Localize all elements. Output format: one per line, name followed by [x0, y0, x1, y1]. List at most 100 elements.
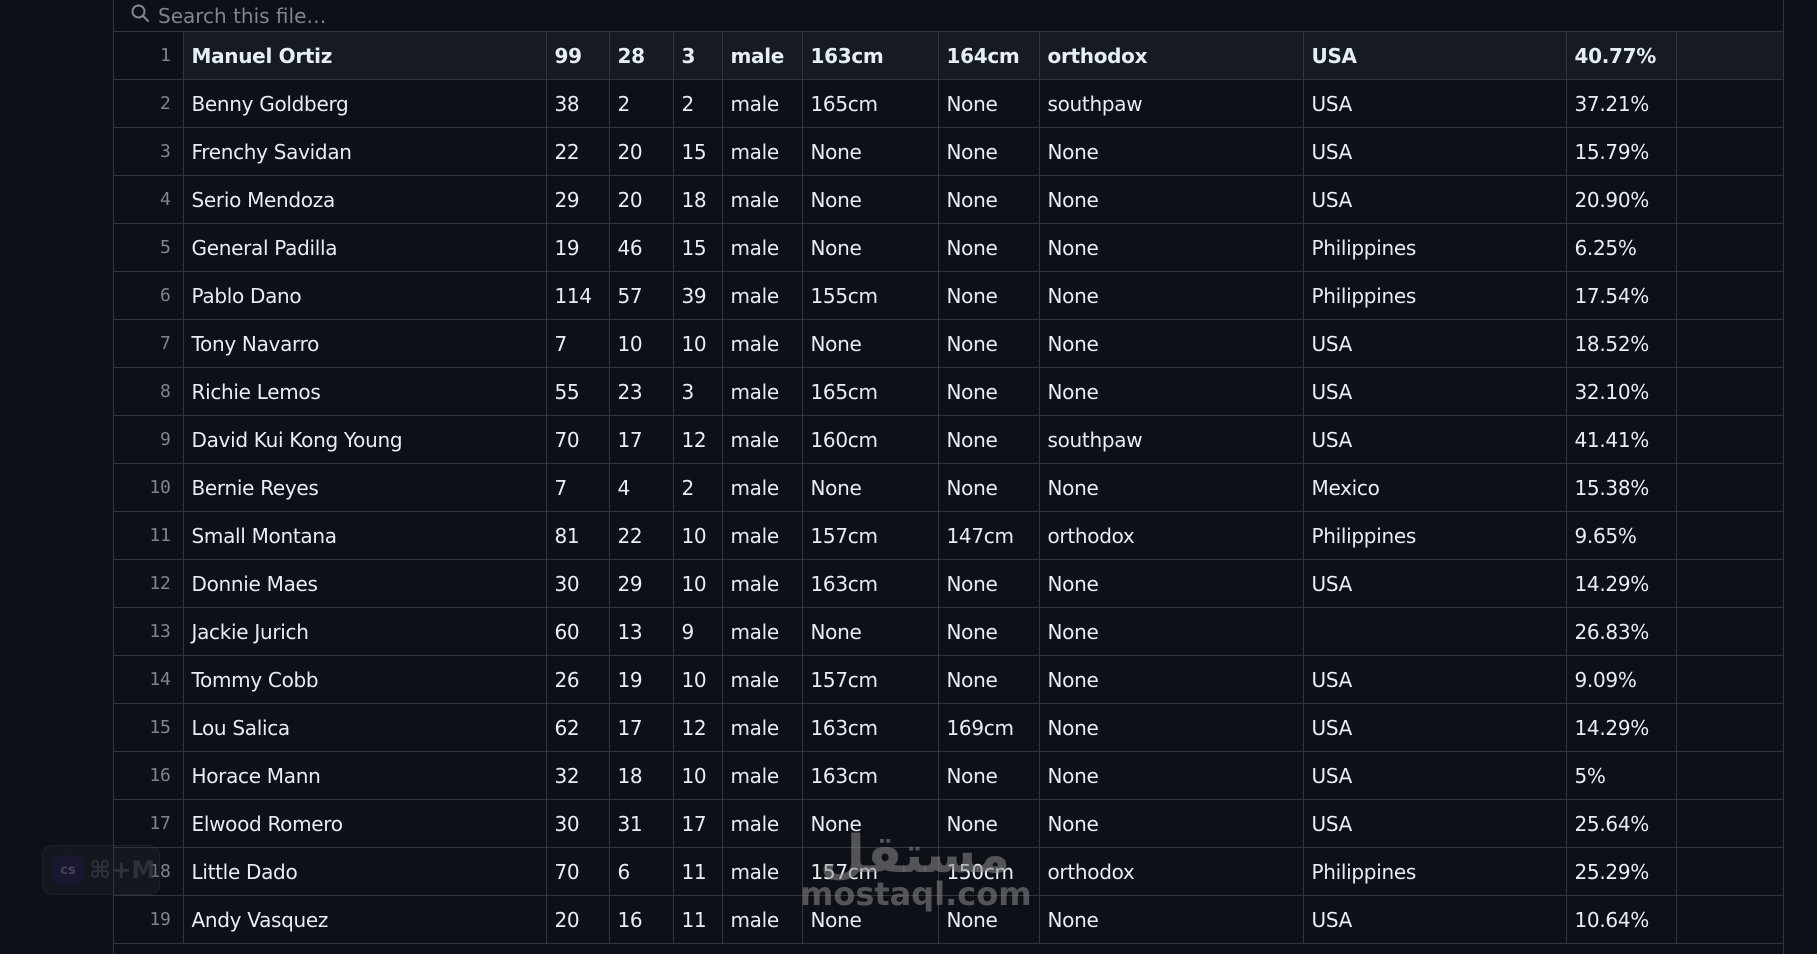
table-row[interactable]: 15 Lou Salica 62 17 12 male 163cm 169cm None USA 1…: [114, 703, 1783, 752]
table-row[interactable]: 12 Donnie Maes 30 29 10 male 163cm None None USA 1…: [114, 559, 1783, 608]
table-header-row[interactable]: 1 Manuel Ortiz 99 28 3 male 163cm 164cm orthodox…: [114, 32, 1783, 80]
table-row[interactable]: 14 Tommy Cobb 26 19 10 male 157cm None None USA 9.…: [114, 655, 1783, 704]
cell-extra: [1676, 559, 1783, 608]
cell-losses: 13: [609, 607, 674, 656]
cell-country: USA: [1303, 367, 1567, 416]
line-number[interactable]: 10: [114, 463, 184, 512]
cell-draws: 15: [673, 127, 723, 176]
cell-stance: None: [1039, 463, 1304, 512]
cell-extra: [1676, 703, 1783, 752]
cell-stance: None: [1039, 319, 1304, 368]
cell-reach: None: [938, 79, 1040, 128]
cell-percentage: 14.29%: [1566, 559, 1677, 608]
cell-losses: 31: [609, 799, 674, 848]
table-row[interactable]: 18 Little Dado 70 6 11 male 157cm 150cm orthodox…: [114, 847, 1783, 896]
cell-stance: None: [1039, 895, 1304, 944]
cell-draws: 10: [673, 559, 723, 608]
cell-country: USA: [1303, 895, 1567, 944]
cell-name: Tommy Cobb: [183, 655, 547, 704]
line-number[interactable]: 2: [114, 79, 184, 128]
line-number[interactable]: 4: [114, 175, 184, 224]
line-number[interactable]: 19: [114, 895, 184, 944]
cell-extra: [1676, 607, 1783, 656]
cell-reach: None: [938, 223, 1040, 272]
shortcut-label: ⌘+M: [89, 856, 156, 884]
table-row[interactable]: 7 Tony Navarro 7 10 10 male None None None USA 18.…: [114, 319, 1783, 368]
cell-losses: 22: [609, 511, 674, 560]
cell-height: None: [802, 895, 939, 944]
cell-wins: 7: [546, 319, 610, 368]
cell-draws: 18: [673, 175, 723, 224]
line-number[interactable]: 13: [114, 607, 184, 656]
line-number[interactable]: 7: [114, 319, 184, 368]
line-number[interactable]: 6: [114, 271, 184, 320]
table-row[interactable]: 9 David Kui Kong Young 70 17 12 male 160cm None…: [114, 415, 1783, 464]
cell-height: 165cm: [802, 79, 939, 128]
line-number[interactable]: 17: [114, 799, 184, 848]
cell-reach: None: [938, 607, 1040, 656]
cell-country: USA: [1303, 32, 1567, 80]
cell-sex: male: [722, 511, 803, 560]
cell-percentage: 32.10%: [1566, 367, 1677, 416]
cell-percentage: 9.09%: [1566, 655, 1677, 704]
cell-draws: 9: [673, 607, 723, 656]
search-file-input[interactable]: [158, 3, 758, 28]
shortcut-overlay-badge[interactable]: cs ⌘+M: [42, 845, 160, 895]
table-row[interactable]: 6 Pablo Dano 114 57 39 male 155cm None None Phili…: [114, 271, 1783, 320]
cell-sex: male: [722, 655, 803, 704]
cell-sex: male: [722, 223, 803, 272]
cell-extra: [1676, 511, 1783, 560]
line-number[interactable]: 12: [114, 559, 184, 608]
table-row[interactable]: 4 Serio Mendoza 29 20 18 male None None None USA 2…: [114, 175, 1783, 224]
cell-extra: [1676, 79, 1783, 128]
line-number[interactable]: 3: [114, 127, 184, 176]
table-row[interactable]: 10 Bernie Reyes 7 4 2 male None None None Mexico 1…: [114, 463, 1783, 512]
cell-losses: 18: [609, 751, 674, 800]
line-number[interactable]: 5: [114, 223, 184, 272]
cell-name: Donnie Maes: [183, 559, 547, 608]
table-row[interactable]: 3 Frenchy Savidan 22 20 15 male None None None US…: [114, 127, 1783, 176]
cell-country: USA: [1303, 175, 1567, 224]
line-number[interactable]: 8: [114, 367, 184, 416]
cell-wins: 99: [546, 32, 610, 80]
cell-wins: 114: [546, 271, 610, 320]
cell-draws: 10: [673, 319, 723, 368]
line-number[interactable]: 16: [114, 751, 184, 800]
cell-wins: 32: [546, 751, 610, 800]
table-row[interactable]: 2 Benny Goldberg 38 2 2 male 165cm None southpaw…: [114, 79, 1783, 128]
line-number[interactable]: 11: [114, 511, 184, 560]
line-number[interactable]: 14: [114, 655, 184, 704]
cell-name: Serio Mendoza: [183, 175, 547, 224]
cell-percentage: 37.21%: [1566, 79, 1677, 128]
cell-wins: 38: [546, 79, 610, 128]
cell-height: 163cm: [802, 32, 939, 80]
cell-draws: 15: [673, 223, 723, 272]
table-row[interactable]: 16 Horace Mann 32 18 10 male 163cm None None USA 5…: [114, 751, 1783, 800]
cell-sex: male: [722, 271, 803, 320]
cell-percentage: 17.54%: [1566, 271, 1677, 320]
table-row[interactable]: 8 Richie Lemos 55 23 3 male 165cm None None USA 32…: [114, 367, 1783, 416]
cell-losses: 17: [609, 703, 674, 752]
cell-sex: male: [722, 895, 803, 944]
cell-reach: None: [938, 559, 1040, 608]
cell-stance: None: [1039, 703, 1304, 752]
table-row[interactable]: 13 Jackie Jurich 60 13 9 male None None None 26.8…: [114, 607, 1783, 656]
table-row[interactable]: 5 General Padilla 19 46 15 male None None None Ph…: [114, 223, 1783, 272]
line-number[interactable]: 15: [114, 703, 184, 752]
cell-stance: southpaw: [1039, 415, 1304, 464]
table-row[interactable]: 17 Elwood Romero 30 31 17 male None None None USA…: [114, 799, 1783, 848]
cell-name: Richie Lemos: [183, 367, 547, 416]
file-search-bar: [114, 0, 1783, 32]
cell-reach: None: [938, 751, 1040, 800]
csv-file-viewer: 1Manuel Ortiz99283male163cm164cmorthodox…: [113, 0, 1784, 954]
cell-losses: 20: [609, 127, 674, 176]
cell-wins: 22: [546, 127, 610, 176]
table-row[interactable]: 11 Small Montana 81 22 10 male 157cm 147cm ortho…: [114, 511, 1783, 560]
cell-extra: [1676, 271, 1783, 320]
app-logo-icon: cs: [53, 855, 83, 885]
cell-draws: 3: [673, 367, 723, 416]
table-row[interactable]: 19 Andy Vasquez 20 16 11 male None None None USA 1…: [114, 895, 1783, 944]
line-number[interactable]: 1: [114, 32, 184, 80]
cell-reach: None: [938, 415, 1040, 464]
line-number[interactable]: 9: [114, 415, 184, 464]
